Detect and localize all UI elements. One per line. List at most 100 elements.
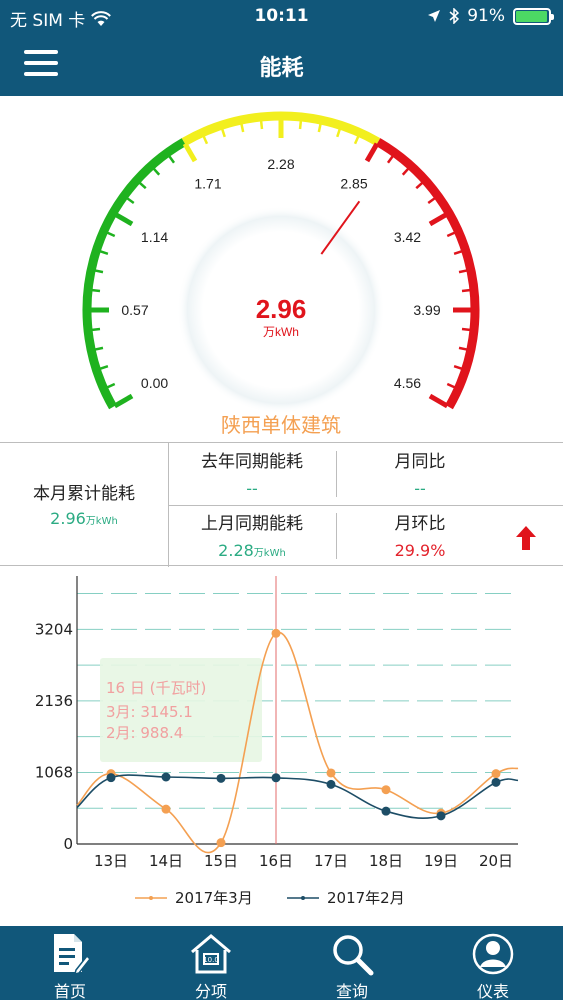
mom-label: 月环比 [394, 514, 446, 534]
gauge-tick-label: 2.85 [340, 176, 367, 192]
chart-svg: 3204 2136 1068 0 13日 14日 15日 16日 17日 18日 19日 20日 16… [35, 576, 519, 907]
monthly-total-label: 本月累计能耗 [33, 484, 135, 504]
gauge-unit: 万kWh [263, 325, 299, 339]
gauge-tick-label: 3.42 [394, 229, 421, 245]
gauge-tick [428, 211, 449, 227]
gauge-tick-label: 1.71 [194, 176, 221, 192]
arrow-up-icon [516, 526, 536, 550]
tab-bar: 首页 10.0 分项 查询 仪表 [0, 926, 563, 1001]
gauge-tick [386, 153, 395, 164]
chart-x-tick-label: 13日 [94, 852, 128, 870]
document-edit-icon [54, 934, 90, 976]
gauge-tick [415, 180, 425, 190]
last-month-number: 2.28 [218, 541, 254, 560]
gauge-tick [259, 118, 264, 130]
chart-point [161, 772, 171, 782]
legend-marker [149, 896, 153, 900]
tooltip-line2: 2月: 988.4 [106, 724, 183, 742]
status-right: 91% [427, 6, 554, 26]
gauge-tick [182, 142, 198, 163]
energy-gauge: 0.00 0.57 1.14 1.71 2.28 2.85 3.42 3.99 4.56 2.9… [0, 96, 563, 442]
chart-x-tick-label: 18日 [369, 852, 403, 870]
tab-meter[interactable]: 仪表 [423, 926, 563, 1001]
chart-point [491, 769, 501, 779]
tab-query-label: 查询 [335, 982, 368, 1001]
chart-x-tick-label: 17日 [314, 852, 348, 870]
tab-meter-label: 仪表 [476, 982, 509, 1001]
gauge-tick [427, 196, 438, 205]
gauge-tick [113, 393, 134, 409]
monthly-total-unit: 万kWh [85, 516, 118, 527]
chart-x-tick-label: 14日 [149, 852, 183, 870]
chart-y-tick-label: 2136 [35, 692, 73, 710]
chart-point [271, 628, 281, 638]
gauge-tick [151, 166, 161, 176]
monthly-total-value: 2.96万kWh [0, 509, 168, 528]
chart-point [326, 779, 336, 789]
chart-point [216, 773, 226, 783]
gauge-tick-label: 2.28 [267, 156, 294, 172]
gauge-tick [364, 142, 380, 163]
user-icon [472, 933, 514, 975]
gauge-tick-label: 0.57 [121, 302, 148, 318]
gauge-tick [401, 166, 411, 176]
gauge-tick [461, 288, 473, 293]
gauge-tick [89, 327, 101, 332]
tab-home-label: 首页 [53, 982, 86, 1001]
chart-point [216, 838, 226, 848]
chart-point [106, 773, 116, 783]
chart-y-tick-label: 3204 [35, 620, 73, 638]
tab-home[interactable]: 首页 [0, 926, 140, 1001]
gauge-value: 2.96 [256, 294, 307, 324]
last-year-label: 去年同期能耗 [201, 452, 303, 472]
tab-query[interactable]: 查询 [282, 926, 422, 1001]
chart-point [491, 777, 501, 787]
tooltip-title: 16 日 (千瓦时) [106, 679, 206, 697]
gauge-tick [167, 153, 176, 164]
yoy-value: -- [414, 479, 426, 498]
building-name: 陕西单体建筑 [221, 414, 341, 437]
gauge-tick-label: 1.14 [141, 229, 168, 245]
last-month-label: 上月同期能耗 [201, 514, 303, 534]
last-month-unit: 万kWh [253, 548, 286, 559]
chart-x-tick-label: 20日 [479, 852, 513, 870]
tab-items-label: 分项 [194, 982, 227, 1001]
tab-items[interactable]: 10.0 分项 [141, 926, 281, 1001]
chart-x-tick-label: 15日 [204, 852, 238, 870]
chart-y-tick-label: 1068 [35, 763, 73, 781]
status-bar: 无 SIM 卡 10:11 91% [0, 0, 563, 32]
chart-point [161, 804, 171, 814]
chart-point [381, 785, 391, 795]
chart-x-tick-label: 16日 [259, 852, 293, 870]
chart-point [271, 773, 281, 783]
svg-text:10.0: 10.0 [203, 956, 219, 964]
energy-chart: 3204 2136 1068 0 13日 14日 15日 16日 17日 18日 19日 20日 16… [0, 566, 563, 926]
legend-label: 2017年3月 [175, 889, 253, 907]
location-icon [428, 10, 441, 22]
chart-y-tick-label: 0 [63, 835, 73, 853]
page-title: 能耗 [259, 56, 304, 81]
chart-point [381, 806, 391, 816]
bluetooth-icon [449, 8, 460, 24]
chart-point [436, 811, 446, 821]
gauge-tick [137, 180, 147, 190]
stats-table: 本月累计能耗 2.96万kWh 去年同期能耗 -- 月同比 -- 上月同期能耗 … [0, 442, 563, 567]
battery-icon [513, 7, 554, 25]
tooltip-line1: 3月: 3145.1 [106, 703, 193, 721]
search-icon [333, 935, 374, 976]
legend-marker [301, 896, 305, 900]
gauge-tick [124, 196, 135, 205]
gauge-tick [461, 327, 473, 332]
last-year-value: -- [246, 479, 258, 498]
chart-x-tick-label: 19日 [424, 852, 458, 870]
gauge-svg: 0.00 0.57 1.14 1.71 2.28 2.85 3.42 3.99 4.56 2.9… [82, 111, 480, 437]
gauge-tick-label: 3.99 [413, 302, 440, 318]
yoy-label: 月同比 [394, 452, 446, 472]
nav-bar: 能耗 [0, 32, 563, 96]
gauge-tick-label: 0.00 [141, 375, 168, 391]
gauge-tick [428, 393, 449, 409]
monthly-total-number: 2.96 [50, 509, 86, 528]
battery-percent: 91% [467, 6, 505, 26]
legend-label: 2017年2月 [327, 889, 405, 907]
chart-series-line [76, 774, 519, 819]
